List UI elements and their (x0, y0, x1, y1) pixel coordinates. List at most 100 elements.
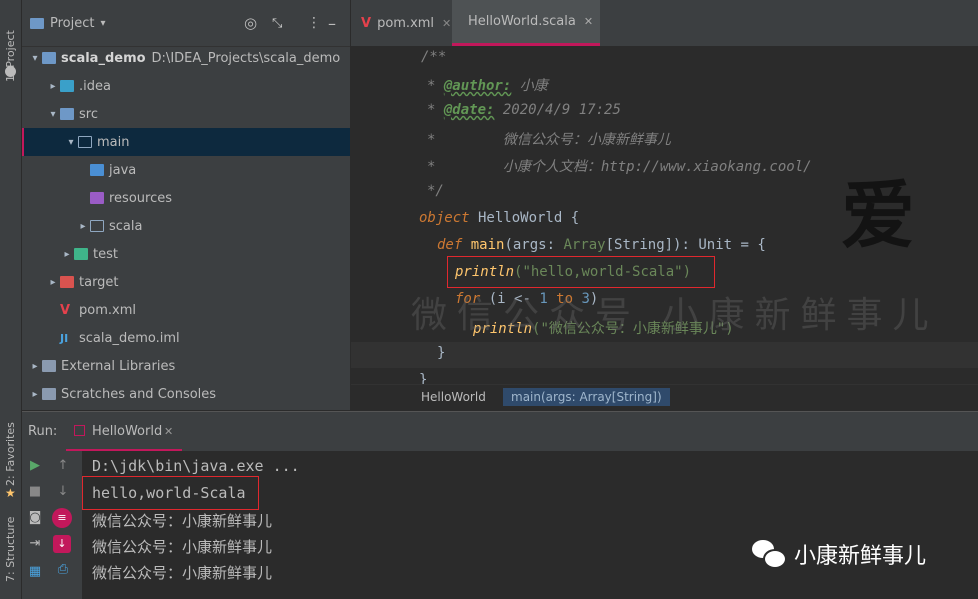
print-icon[interactable]: ⎙ (55, 562, 71, 578)
tab-project-vertical[interactable]: 1: Project (0, 4, 21, 90)
watermark-text: 爱 (841, 173, 923, 259)
project-header: Project ▾ ◎ ⤡ ⋮ – (22, 0, 350, 47)
tree-item-scala-demo[interactable]: ▾ scala_demo D:\IDEA_Projects\scala_demo (22, 44, 356, 72)
tree-item-label: resources (109, 190, 173, 206)
doc-tag: @author: (443, 78, 512, 94)
tree-item-main[interactable]: ▾ main (22, 128, 350, 156)
tab-pom-xml[interactable]: V pom.xml ✕ (351, 0, 461, 46)
project-title[interactable]: Project (50, 16, 94, 31)
tab-label: pom.xml (377, 15, 435, 31)
highlight-box (447, 256, 715, 288)
tree-item-target[interactable]: ▸ target (22, 268, 374, 296)
module-file-icon: JI (60, 331, 69, 345)
run-side-toolbar: ▶ ↑ ■ ↓ ◙ ≡ ⇥ ↓ ▦ ⎙ (22, 451, 82, 599)
arrow-up-icon[interactable]: ↑ (55, 458, 71, 474)
code-text: (args: (504, 237, 564, 253)
folder-icon (78, 136, 92, 148)
tree-item-iml[interactable]: JI scala_demo.iml (22, 324, 388, 352)
scratches-icon (42, 388, 56, 400)
tree-item-label: pom.xml (79, 302, 136, 318)
chevron-down-icon[interactable]: ▾ (100, 18, 105, 29)
star-icon: ★ (5, 486, 16, 500)
breadcrumb-item[interactable]: HelloWorld (421, 390, 486, 404)
editor-tab-bar: V pom.xml ✕ HelloWorld.scala ✕ (351, 0, 978, 47)
run-tool-window-header: Run: HelloWorld ✕ (22, 411, 978, 452)
function-name: main (462, 237, 505, 253)
module-folder-icon (42, 52, 56, 64)
soft-wrap-icon[interactable]: ≡ (52, 508, 72, 528)
tree-item-src[interactable]: ▾ src (22, 100, 374, 128)
watermark-text: 微信公众号 小康新鲜事儿 (411, 295, 939, 336)
code-editor[interactable]: 爱 爱 /** * @author: 小康 * @date: 2020/4/9 … (351, 46, 978, 384)
tree-item-label: .idea (79, 78, 111, 94)
scroll-to-end-icon[interactable]: ↓ (53, 535, 71, 553)
doc-tag: @date: (443, 102, 495, 118)
tab-favorites-label: 2: Favorites (4, 422, 17, 486)
tree-item-pom[interactable]: V pom.xml (22, 296, 388, 324)
project-folder-icon (30, 17, 44, 29)
tree-item-scala[interactable]: ▸ scala (22, 212, 404, 240)
chevron-down-icon[interactable]: ▾ (64, 137, 78, 148)
chevron-down-icon[interactable]: ▾ (46, 109, 60, 120)
camera-icon[interactable]: ◙ (27, 510, 43, 526)
console-line: D:\jdk\bin\java.exe ... (92, 457, 300, 475)
collapse-all-icon[interactable]: ⤡ (272, 16, 282, 31)
maven-icon: V (361, 15, 372, 31)
arrow-down-icon[interactable]: ↓ (55, 484, 71, 500)
folder-icon (60, 80, 74, 92)
code-line-4: * 微信公众号：小康新鲜事儿 (427, 132, 671, 148)
tab-structure-label: 7: Structure (4, 516, 17, 582)
minimize-icon[interactable]: – (328, 14, 336, 33)
tab-label: HelloWorld.scala (468, 14, 576, 29)
tree-item-label: test (93, 246, 118, 262)
breadcrumb-item-active[interactable]: main(args: Array[String]) (503, 388, 670, 406)
layout-icon[interactable]: ▦ (27, 564, 43, 580)
chevron-down-icon[interactable]: ▾ (28, 53, 42, 64)
tree-item-label: target (79, 274, 119, 290)
chevron-right-icon[interactable]: ▸ (60, 249, 74, 260)
code-text: { (562, 210, 580, 226)
code-line-5: * 小康个人文档：http://www.xiaokang.cool/ (427, 159, 812, 175)
exit-icon[interactable]: ⇥ (27, 536, 43, 552)
project-panel: Project ▾ ◎ ⤡ ⋮ – ▾ scala_demo D:\IDEA_P… (22, 0, 350, 410)
locate-target-icon[interactable]: ◎ (244, 14, 257, 32)
tree-item-label: src (79, 106, 98, 122)
chevron-right-icon[interactable]: ▸ (76, 221, 90, 232)
chevron-right-icon[interactable]: ▸ (46, 277, 60, 288)
tree-item-label: scala_demo (61, 50, 146, 66)
close-icon[interactable]: ✕ (442, 17, 451, 30)
chevron-right-icon[interactable]: ▸ (28, 361, 42, 372)
test-folder-icon (74, 248, 88, 260)
source-folder-icon (60, 108, 74, 120)
stop-icon[interactable]: ■ (27, 484, 43, 500)
excluded-folder-icon (60, 276, 74, 288)
library-icon (42, 360, 56, 372)
code-line-7: object HelloWorld { (419, 210, 579, 226)
breadcrumb: HelloWorld main(args: Array[String]) (351, 384, 978, 411)
tab-helloworld-scala[interactable]: HelloWorld.scala ✕ (452, 0, 600, 46)
maven-icon: V (60, 302, 71, 318)
type-name: Array (563, 237, 606, 253)
tree-item-label: java (109, 162, 137, 178)
close-icon[interactable]: ✕ (584, 15, 593, 28)
folder-icon (90, 220, 104, 232)
run-config-icon (74, 425, 85, 436)
doc-value: 小康 (511, 78, 548, 94)
run-console[interactable]: D:\jdk\bin\java.exe ... hello,world-Scal… (82, 451, 978, 599)
tree-item-label: Scratches and Consoles (61, 386, 217, 402)
run-config-tab[interactable]: HelloWorld (92, 424, 162, 439)
brand-watermark: 小康新鲜事儿 (794, 544, 927, 569)
tree-item-external-libraries[interactable]: ▸ External Libraries (22, 352, 356, 380)
code-line-1: /** (421, 49, 447, 65)
rerun-icon[interactable]: ▶ (27, 458, 43, 474)
chevron-right-icon[interactable]: ▸ (28, 389, 42, 400)
doc-value: 2020/4/9 17:25 (494, 102, 621, 118)
chevron-right-icon[interactable]: ▸ (46, 81, 60, 92)
tree-item-test[interactable]: ▸ test (22, 240, 388, 268)
close-icon[interactable]: ✕ (164, 425, 173, 438)
more-options-icon[interactable]: ⋮ (307, 15, 321, 31)
tab-structure-vertical[interactable]: 7: Structure (0, 510, 21, 590)
wechat-logo-icon (752, 536, 787, 570)
tree-item-idea[interactable]: ▸ .idea (22, 72, 374, 100)
tree-item-scratches[interactable]: ▸ Scratches and Consoles (22, 380, 356, 408)
